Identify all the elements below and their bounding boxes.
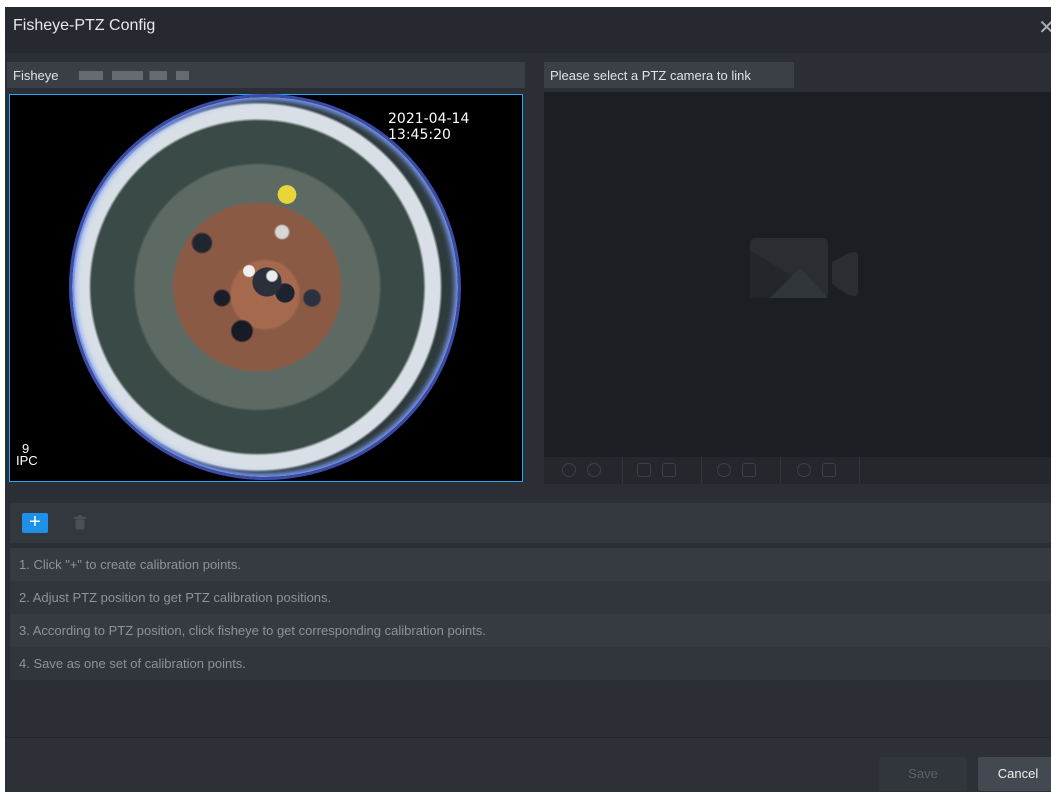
fisheye-panel-label: Fisheye bbox=[13, 68, 59, 83]
instruction-item: 1. Click "+" to create calibration point… bbox=[10, 548, 1051, 581]
add-calibration-button[interactable]: + bbox=[22, 512, 48, 533]
calibration-instructions: 1. Click "+" to create calibration point… bbox=[10, 548, 1051, 680]
instruction-item: 2. Adjust PTZ position to get PTZ calibr… bbox=[10, 581, 1051, 614]
toolbar-divider bbox=[859, 457, 860, 484]
ptz-video-view[interactable] bbox=[544, 92, 1051, 457]
camera-off-icon bbox=[750, 238, 858, 298]
iris-close-icon[interactable] bbox=[717, 463, 731, 477]
hand-icon[interactable] bbox=[797, 463, 811, 477]
yellow-jacket-person bbox=[272, 177, 302, 212]
toolbar-divider bbox=[701, 457, 702, 484]
trash-icon[interactable] bbox=[74, 515, 86, 530]
video-timestamp: 2021-04-14 13:45:20 bbox=[388, 111, 470, 143]
focus-far-icon[interactable] bbox=[662, 463, 676, 477]
fisheye-video-view[interactable]: 2021-04-14 13:45:20 9 IPC bbox=[9, 94, 523, 482]
calibration-toolbar: + bbox=[10, 503, 1051, 543]
fisheye-panel-header: Fisheye bbox=[7, 62, 525, 88]
zoom-in-icon[interactable] bbox=[587, 463, 601, 477]
toolbar-divider bbox=[780, 457, 781, 484]
ptz-panel-header[interactable]: Please select a PTZ camera to link bbox=[544, 62, 794, 88]
instruction-item: 3. According to PTZ position, click fish… bbox=[10, 614, 1051, 647]
ptz-panel-label: Please select a PTZ camera to link bbox=[550, 68, 751, 83]
focus-near-icon[interactable] bbox=[637, 463, 651, 477]
zoom-out-icon[interactable] bbox=[562, 463, 576, 477]
fisheye-image[interactable] bbox=[72, 97, 458, 477]
preset-icon[interactable] bbox=[822, 463, 836, 477]
dialog-titlebar: Fisheye-PTZ Config ✕ bbox=[5, 7, 1051, 53]
crowd-detail bbox=[162, 177, 362, 397]
cancel-button[interactable]: Cancel bbox=[978, 757, 1051, 791]
ptz-control-toolbar bbox=[544, 457, 1051, 484]
close-icon[interactable]: ✕ bbox=[1038, 15, 1051, 40]
channel-overlay: 9 IPC bbox=[16, 442, 38, 468]
save-button[interactable]: Save bbox=[879, 757, 967, 791]
redacted-device-name bbox=[79, 71, 189, 80]
dialog-title: Fisheye-PTZ Config bbox=[13, 17, 156, 34]
iris-open-icon[interactable] bbox=[742, 463, 756, 477]
channel-type: IPC bbox=[16, 453, 38, 468]
toolbar-divider bbox=[622, 457, 623, 484]
fisheye-ptz-config-dialog: Fisheye-PTZ Config ✕ Fisheye 2021-04-14 … bbox=[5, 7, 1051, 792]
dialog-footer: Save Cancel bbox=[5, 737, 1051, 792]
instruction-item: 4. Save as one set of calibration points… bbox=[10, 647, 1051, 680]
